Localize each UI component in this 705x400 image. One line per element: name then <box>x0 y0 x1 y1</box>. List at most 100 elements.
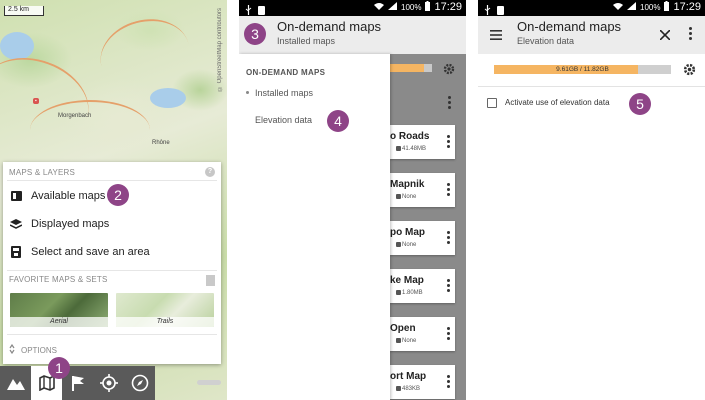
callout-badge: 2 <box>107 184 129 206</box>
drawer-item-elevation-data[interactable]: Elevation data <box>255 115 312 125</box>
map-card-title: ort Map <box>390 371 427 382</box>
map-card-title: Mapnik <box>390 179 425 190</box>
screen-map: 2.5 km © OpenStreetMap contributors Morg… <box>0 0 227 400</box>
lock-icon <box>396 242 401 247</box>
help-icon[interactable]: ? <box>205 167 215 177</box>
map-card-size: 483KB <box>402 386 421 392</box>
divider <box>7 180 217 181</box>
section-header-favorites: FAVORITE MAPS & SETS <box>9 275 108 284</box>
menu-item-select-save-area[interactable]: Select and save an area <box>7 240 217 264</box>
close-icon[interactable] <box>659 27 671 45</box>
layers-icon <box>9 217 23 231</box>
map-place-label: Rhône <box>152 140 170 146</box>
map-card[interactable]: Mapnik None <box>390 173 455 207</box>
more-options-icon[interactable] <box>447 231 450 244</box>
chevron-updown-icon <box>9 341 15 359</box>
more-options-icon[interactable] <box>447 135 450 148</box>
menu-item-label: Displayed maps <box>31 218 110 230</box>
favorite-trails[interactable]: Trails <box>116 293 214 327</box>
clock: 17:29 <box>673 1 701 13</box>
lock-icon <box>396 338 401 343</box>
crosshair-icon[interactable] <box>93 366 124 400</box>
lock-icon <box>396 386 401 391</box>
gear-icon[interactable] <box>683 63 696 81</box>
storage-bar-fill <box>390 64 425 72</box>
clock: 17:29 <box>434 1 462 13</box>
storage-bar <box>390 64 432 72</box>
wifi-icon <box>613 2 623 12</box>
header-title: On-demand maps <box>277 19 382 34</box>
signal-icon <box>388 2 397 12</box>
callout-badge: 3 <box>244 23 266 45</box>
map-card[interactable]: ke Map 1.80MB <box>390 269 455 303</box>
menu-item-label: Available maps <box>31 190 106 202</box>
header-subtitle: Elevation data <box>517 36 575 46</box>
drawer-heading: ON-DEMAND MAPS <box>246 68 326 77</box>
status-bar: 100% 17:29 <box>239 0 466 16</box>
options-toggle[interactable]: OPTIONS <box>9 341 57 359</box>
bottom-toolbar <box>0 366 155 400</box>
map-scale: 2.5 km <box>4 6 44 16</box>
wifi-icon <box>374 2 384 12</box>
menu-item-displayed-maps[interactable]: Displayed maps <box>7 212 217 236</box>
map-marker: ▪ <box>33 98 39 104</box>
map-card[interactable]: o Roads 41.48MB <box>390 125 455 159</box>
map-attribution: © OpenStreetMap contributors <box>217 8 223 92</box>
screen-elevation-data: 100% 17:29 On-demand maps Elevation data… <box>478 0 705 400</box>
status-right-icons: 100% 17:29 <box>374 1 462 13</box>
screen-installed-maps: 100% 17:29 o Roads 41.48MB Mapnik None po Ma… <box>239 0 466 400</box>
more-options-icon[interactable] <box>447 375 450 388</box>
more-options-icon[interactable] <box>448 96 451 109</box>
lock-icon <box>396 290 401 295</box>
callout-badge: 5 <box>629 93 651 115</box>
map-card-size: 1.80MB <box>402 290 423 296</box>
callout-badge: 4 <box>327 110 349 132</box>
bullet-icon <box>246 91 249 94</box>
map-card-title: po Map <box>390 227 425 238</box>
divider <box>478 86 705 87</box>
map-card[interactable]: ort Map 483KB <box>390 365 455 399</box>
checkbox-label: Activate use of elevation data <box>505 98 610 107</box>
elevation-checkbox[interactable] <box>487 98 497 108</box>
map-place-label: Morgenbach <box>58 113 92 119</box>
more-options-icon[interactable] <box>447 183 450 196</box>
gear-icon[interactable] <box>443 62 455 80</box>
battery-icon <box>425 1 431 13</box>
more-options-icon[interactable] <box>447 327 450 340</box>
compass-icon[interactable] <box>124 366 155 400</box>
favorite-label: Trails <box>116 317 214 327</box>
more-options-icon[interactable] <box>689 27 692 40</box>
battery-percent: 100% <box>401 2 422 12</box>
map-book-icon <box>9 189 23 203</box>
mountains-icon[interactable] <box>0 366 31 400</box>
bookmark-icon[interactable] <box>206 275 215 286</box>
navigation-drawer: ON-DEMAND MAPS Installed maps Elevation … <box>239 54 390 400</box>
map-card-title: o Roads <box>390 131 430 142</box>
handle-pill[interactable] <box>197 380 221 385</box>
storage-text: 9.61GB / 11.82GB <box>556 66 609 73</box>
drawer-item-installed-maps[interactable]: Installed maps <box>255 88 313 98</box>
lock-icon <box>396 194 401 199</box>
more-options-icon[interactable] <box>447 279 450 292</box>
lock-icon <box>396 146 401 151</box>
map-card-size: None <box>402 338 417 344</box>
lake-shape <box>150 88 186 108</box>
divider <box>7 334 217 335</box>
section-header-maps-layers: MAPS & LAYERS <box>9 168 76 177</box>
battery-icon <box>664 1 670 13</box>
map-card-title: Open <box>390 323 416 334</box>
favorite-label: Aerial <box>10 317 108 327</box>
favorite-aerial[interactable]: Aerial <box>10 293 108 327</box>
status-right-icons: 100% 17:29 <box>613 1 701 13</box>
hamburger-menu-icon[interactable] <box>490 27 502 45</box>
signal-icon <box>627 2 636 12</box>
map-card[interactable]: po Map None <box>390 221 455 255</box>
divider <box>7 270 217 271</box>
map-card-size: None <box>402 194 417 200</box>
map-card[interactable]: Open None <box>390 317 455 351</box>
save-area-icon <box>9 245 23 259</box>
map-card-size: None <box>402 242 417 248</box>
header-subtitle: Installed maps <box>277 36 336 46</box>
header-title: On-demand maps <box>517 19 622 34</box>
road-line <box>92 9 198 101</box>
